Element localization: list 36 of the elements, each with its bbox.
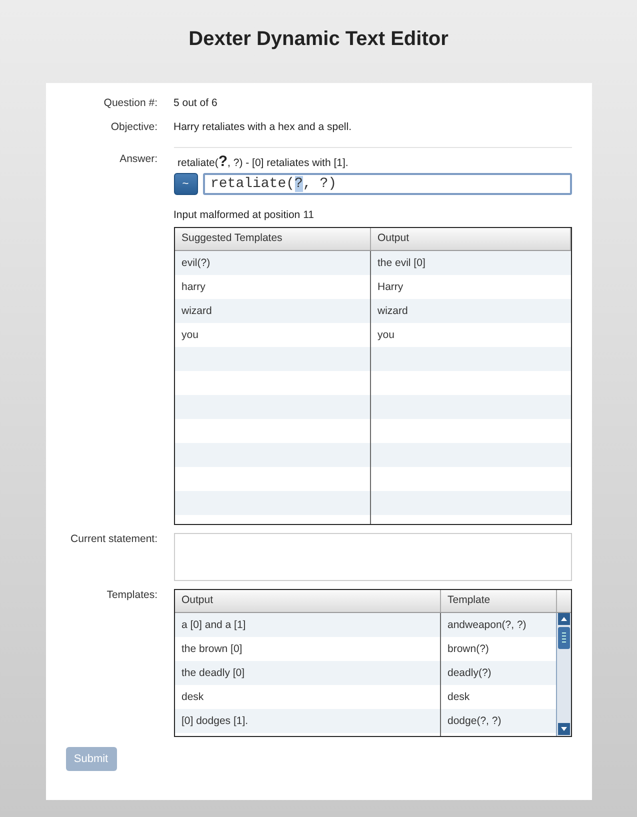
field-value: 5 out of 6 [174,97,218,109]
table-cell-text: you [180,328,200,343]
field-label: Answer: [118,152,158,167]
column-header[interactable]: Output [370,228,570,250]
table-cell-text: desk [180,690,205,705]
table-cell-text: dodge(?, ?) [446,714,502,729]
answer-input[interactable]: retaliate(?, ?) [202,173,572,195]
table-cell-text: the deadly [0] [180,666,246,681]
field-value: Harry retaliates with a hex and a spell. [174,121,353,133]
tilde-button[interactable]: ~ [174,173,198,195]
table-cell-text: [0] dodges [1]. [180,714,250,729]
field-label: Templates: [106,589,158,603]
table-cell-text: andweapon(?, ?) [446,618,528,633]
statement-field[interactable] [174,533,572,581]
field-label: Question #: [102,97,158,109]
column-header[interactable]: Output [174,590,440,612]
column-header[interactable]: Template [440,590,556,612]
table-cell-text: Harry [376,280,404,295]
answer-hint: retaliate(?, ?) - [0] retaliates with [1]. [176,153,350,170]
table-cell-text: deadly(?) [446,666,492,681]
error-message: Input malformed at position 11 [174,209,315,221]
table-cell-text: evil(?) [180,256,212,271]
field-label: Objective: [110,121,158,133]
scrollbar[interactable] [556,613,570,736]
table-cell-text: harry [180,280,206,295]
table-cell-text: the brown [0] [180,642,244,657]
table-cell-text: desk [446,690,471,705]
table-cell-text: the evil [0] [376,256,426,271]
page-title: Dexter Dynamic Text Editor [188,28,448,51]
table-cell-text: wizard [376,304,409,319]
table-cell-text: a [0] and a [1] [180,618,247,633]
table-cell-text: brown(?) [446,642,490,657]
column-header[interactable]: Suggested Templates [174,228,370,250]
table-cell-text: you [376,328,396,343]
field-label: Current statement: [70,533,158,547]
table-cell-text: wizard [180,304,213,319]
